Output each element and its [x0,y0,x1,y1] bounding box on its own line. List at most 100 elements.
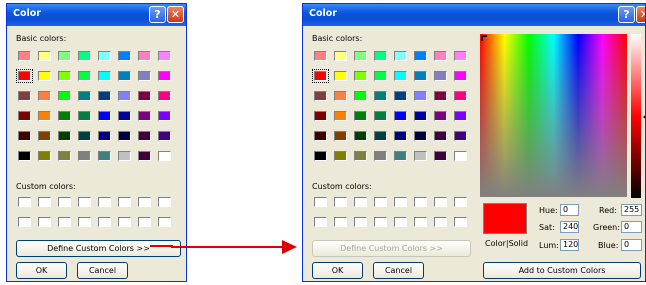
color-spectrum[interactable] [480,34,627,197]
basic-color-swatch[interactable] [58,131,71,141]
sat-input[interactable]: 240 [560,221,579,233]
basic-color-swatch[interactable] [454,111,467,121]
basic-color-swatch[interactable] [98,111,111,121]
basic-color-swatch[interactable] [354,71,367,81]
basic-color-swatch[interactable] [38,51,51,61]
basic-color-swatch[interactable] [334,111,347,121]
basic-color-swatch[interactable] [374,91,387,101]
close-button[interactable]: ✕ [167,6,184,23]
custom-color-swatch[interactable] [138,197,151,207]
basic-color-swatch[interactable] [138,51,151,61]
basic-color-swatch[interactable] [78,151,91,161]
basic-color-swatch[interactable] [312,69,329,83]
custom-color-swatch[interactable] [374,217,387,227]
basic-color-swatch[interactable] [314,131,327,141]
custom-color-swatch[interactable] [158,197,171,207]
custom-color-swatch[interactable] [454,197,467,207]
cancel-button[interactable]: Cancel [373,262,424,279]
basic-color-swatch[interactable] [58,111,71,121]
basic-color-swatch[interactable] [354,111,367,121]
basic-color-swatch[interactable] [58,51,71,61]
basic-color-swatch[interactable] [118,151,131,161]
custom-color-swatch[interactable] [18,197,31,207]
cancel-button[interactable]: Cancel [77,262,128,279]
custom-color-swatch[interactable] [354,197,367,207]
custom-color-swatch[interactable] [18,217,31,227]
basic-color-swatch[interactable] [454,131,467,141]
basic-color-swatch[interactable] [394,151,407,161]
basic-color-swatch[interactable] [434,91,447,101]
basic-color-swatch[interactable] [98,71,111,81]
close-button[interactable]: ✕ [636,6,645,23]
basic-color-swatch[interactable] [354,131,367,141]
basic-color-swatch[interactable] [18,131,31,141]
hue-input[interactable]: 0 [560,204,579,216]
custom-color-swatch[interactable] [118,217,131,227]
basic-color-swatch[interactable] [138,151,151,161]
spectrum-crosshair[interactable] [481,35,487,41]
basic-color-swatch[interactable] [334,151,347,161]
luminance-slider[interactable] [631,34,641,198]
basic-color-swatch[interactable] [434,71,447,81]
basic-color-swatch[interactable] [58,151,71,161]
basic-color-swatch[interactable] [454,151,467,161]
custom-color-swatch[interactable] [98,197,111,207]
basic-color-swatch[interactable] [314,91,327,101]
basic-color-swatch[interactable] [414,111,427,121]
basic-color-swatch[interactable] [58,91,71,101]
basic-color-swatch[interactable] [394,111,407,121]
help-button[interactable]: ? [618,6,635,23]
help-button[interactable]: ? [149,6,166,23]
custom-color-swatch[interactable] [138,217,151,227]
basic-color-swatch[interactable] [394,91,407,101]
basic-color-swatch[interactable] [314,51,327,61]
basic-color-swatch[interactable] [374,151,387,161]
basic-color-swatch[interactable] [78,131,91,141]
basic-color-swatch[interactable] [454,51,467,61]
custom-color-swatch[interactable] [98,217,111,227]
define-custom-colors-button[interactable]: Define Custom Colors >> [16,240,181,257]
basic-color-swatch[interactable] [354,151,367,161]
custom-color-swatch[interactable] [314,197,327,207]
custom-color-swatch[interactable] [334,217,347,227]
basic-color-swatch[interactable] [158,151,171,161]
blue-input[interactable]: 0 [621,239,642,251]
basic-color-swatch[interactable] [414,91,427,101]
lum-input[interactable]: 120 [560,239,579,251]
custom-color-swatch[interactable] [78,197,91,207]
basic-color-swatch[interactable] [78,91,91,101]
basic-color-swatch[interactable] [78,51,91,61]
basic-color-swatch[interactable] [434,151,447,161]
red-input[interactable]: 255 [621,204,642,216]
basic-color-swatch[interactable] [118,71,131,81]
basic-color-swatch[interactable] [374,131,387,141]
basic-color-swatch[interactable] [118,131,131,141]
custom-color-swatch[interactable] [334,197,347,207]
basic-color-swatch[interactable] [374,111,387,121]
basic-color-swatch[interactable] [414,151,427,161]
custom-color-swatch[interactable] [434,217,447,227]
basic-color-swatch[interactable] [98,151,111,161]
basic-color-swatch[interactable] [138,71,151,81]
basic-color-swatch[interactable] [38,111,51,121]
basic-color-swatch[interactable] [334,131,347,141]
custom-color-swatch[interactable] [434,197,447,207]
basic-color-swatch[interactable] [138,131,151,141]
basic-color-swatch[interactable] [334,51,347,61]
basic-color-swatch[interactable] [454,71,467,81]
basic-color-swatch[interactable] [18,111,31,121]
custom-color-swatch[interactable] [38,197,51,207]
basic-color-swatch[interactable] [434,131,447,141]
basic-color-swatch[interactable] [314,111,327,121]
basic-color-swatch[interactable] [394,51,407,61]
custom-color-swatch[interactable] [454,217,467,227]
basic-color-swatch[interactable] [138,111,151,121]
basic-color-swatch[interactable] [414,131,427,141]
basic-color-swatch[interactable] [158,51,171,61]
green-input[interactable]: 0 [621,221,642,233]
basic-color-swatch[interactable] [334,71,347,81]
basic-color-swatch[interactable] [158,111,171,121]
basic-color-swatch[interactable] [334,91,347,101]
basic-color-swatch[interactable] [434,51,447,61]
custom-color-swatch[interactable] [374,197,387,207]
